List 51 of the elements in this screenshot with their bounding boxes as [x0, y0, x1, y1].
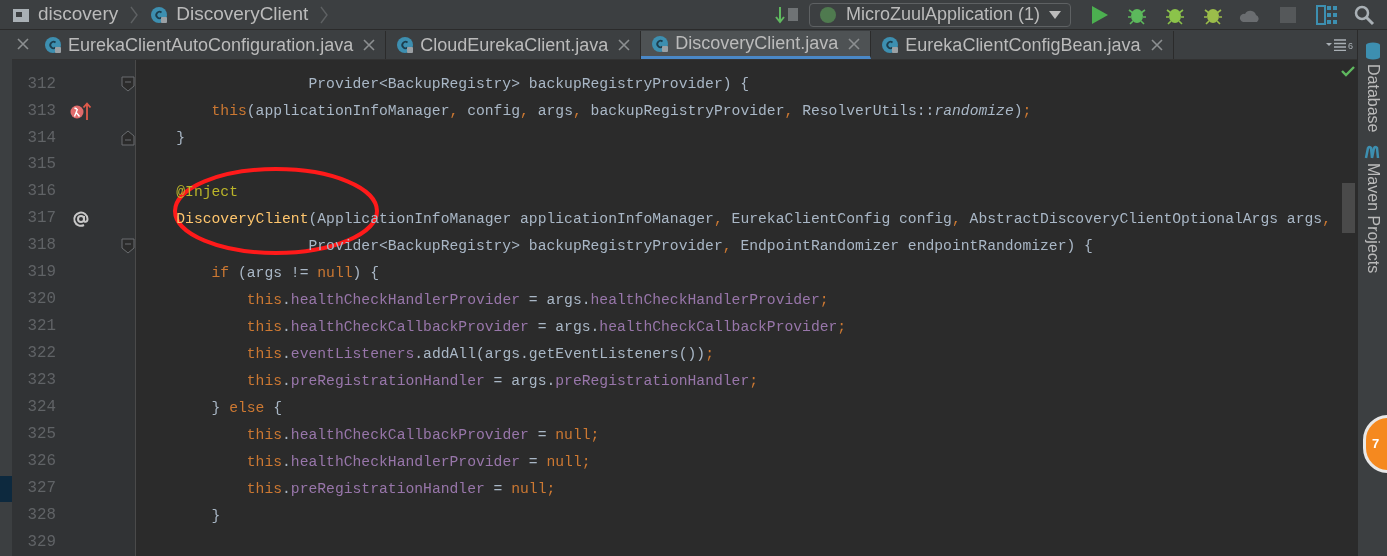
injection-point-icon[interactable]	[72, 210, 90, 229]
close-icon[interactable]	[363, 39, 376, 51]
fold-marker-icon[interactable]	[121, 130, 135, 147]
code-line: this.healthCheckCallbackProvider = null;	[245, 426, 600, 446]
tab-label: DiscoveryClient.java	[675, 32, 839, 55]
lambda-override-icon[interactable]	[70, 101, 92, 122]
close-icon[interactable]	[848, 37, 861, 50]
tab-label: EurekaClientConfigBean.java	[905, 33, 1141, 57]
fold-marker-icon[interactable]	[121, 238, 135, 255]
tab-label: EurekaClientAutoConfiguration.java	[68, 33, 354, 57]
code-line: this.healthCheckHandlerProvider = args.healthCheckHandlerProvider;	[245, 291, 829, 311]
tool-window-button[interactable]: Maven Projects	[1360, 144, 1385, 273]
class-icon	[44, 36, 62, 54]
application-icon	[817, 5, 838, 24]
tab-label: CloudEurekaClient.java	[420, 33, 609, 57]
code-line: this.preRegistrationHandler = args.preRegistrationHandler;	[245, 372, 759, 392]
code-line: }	[210, 507, 221, 527]
fold-marker-icon[interactable]	[121, 76, 135, 93]
database-icon	[1364, 42, 1381, 60]
close-icon[interactable]	[1150, 39, 1163, 51]
tab-list-button[interactable]: 6	[1325, 39, 1353, 51]
check-icon	[1341, 65, 1355, 77]
close-icon[interactable]	[618, 39, 631, 51]
code-line: }	[175, 129, 186, 149]
folder-icon	[12, 6, 30, 23]
project-structure-icon[interactable]	[1315, 3, 1339, 26]
tool-window-button[interactable]: Database	[1360, 42, 1385, 133]
code-line: this.preRegistrationHandler = null;	[245, 480, 556, 500]
scroll-thumb[interactable]	[1342, 183, 1355, 233]
code-line: this.healthCheckCallbackProvider = args.healthCheckCallbackProvider;	[245, 318, 847, 338]
caret-icon	[1048, 9, 1062, 20]
class-icon	[651, 34, 670, 53]
class-icon	[396, 36, 415, 54]
chevron-icon	[130, 5, 139, 24]
class-icon	[150, 5, 169, 24]
search-icon[interactable]	[1353, 3, 1375, 26]
breadcrumb-item[interactable]: discovery	[38, 0, 119, 29]
breadcrumb-item[interactable]: DiscoveryClient	[176, 0, 309, 29]
sort-digits-icon[interactable]	[774, 4, 801, 25]
editor-tab[interactable]: DiscoveryClient.java	[641, 31, 872, 59]
code-line: Provider<BackupRegistry> backupRegistryProvider) {	[307, 75, 750, 95]
code-line: } else {	[210, 399, 283, 419]
code-line: this.healthCheckHandlerProvider = null;	[245, 453, 591, 473]
code-line: this(applicationInfoManager, config, args, backupRegistryProvider, ResolverUtils::randomize);	[210, 102, 1032, 122]
class-icon	[881, 36, 900, 54]
chevron-icon	[320, 5, 329, 24]
code-line: this.eventListeners.addAll(args.getEventListeners());	[245, 345, 714, 365]
maven-icon	[1363, 144, 1382, 159]
run-configuration-dropdown[interactable]: MicroZuulApplication (1)	[808, 2, 1071, 27]
code-line: if (args != null) {	[210, 264, 379, 284]
close-icon[interactable]	[17, 38, 29, 50]
